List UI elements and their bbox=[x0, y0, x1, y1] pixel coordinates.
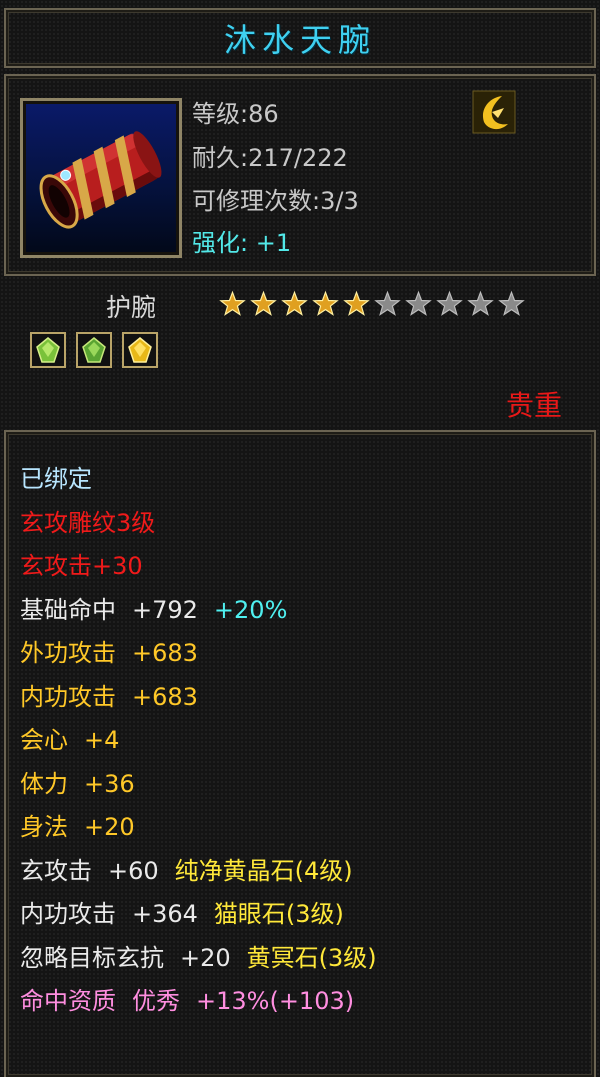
hit-aptitude-value: +13%(+103) bbox=[196, 987, 355, 1015]
gem-bonus-3-value: +20 bbox=[180, 943, 231, 972]
green-gem-icon[interactable] bbox=[30, 332, 66, 368]
gem-bonus-3-stat: 忽略目标玄抗 bbox=[20, 943, 164, 972]
yellow-gem-icon[interactable] bbox=[122, 332, 158, 368]
internal-attack-attribute: 内功攻击 +683 bbox=[20, 676, 377, 720]
vitality-value: +36 bbox=[84, 769, 135, 798]
item-tooltip: 沐水天腕 等级:86 耐久:217/222 可修理次数:3/3 强化: +1 护… bbox=[0, 0, 600, 1077]
agility-label: 身法 bbox=[20, 813, 68, 841]
star-filled-icon bbox=[281, 290, 308, 316]
gem-bonus-3-name: 黄冥石(3级) bbox=[246, 943, 377, 972]
item-enhance: 强化: +1 bbox=[192, 223, 291, 258]
green-gem-icon[interactable] bbox=[76, 332, 112, 368]
star-filled-icon bbox=[312, 290, 339, 316]
internal-attack-value: +683 bbox=[132, 682, 198, 711]
gem-bonus-2-name: 猫眼石(3级) bbox=[213, 900, 344, 928]
hit-aptitude: 命中资质 优秀 +13%(+103) bbox=[20, 980, 377, 1024]
item-type: 护腕 bbox=[106, 293, 157, 322]
gold-crescent-icon bbox=[472, 90, 516, 134]
item-durability: 耐久:217/222 bbox=[192, 144, 348, 172]
engrave-attribute: 玄攻雕纹3级 bbox=[20, 508, 156, 537]
gem-bonus-2-value: +364 bbox=[132, 900, 198, 928]
gem-bonus-1-name: 纯净黄晶石(4级) bbox=[174, 856, 353, 885]
enhance-value: +1 bbox=[255, 229, 292, 257]
bound-status: 已绑定 bbox=[20, 465, 92, 493]
base-hit-label: 基础命中 bbox=[20, 595, 116, 624]
red-bracer-icon[interactable] bbox=[20, 98, 182, 258]
star-filled-icon bbox=[250, 290, 277, 316]
attribute-list: 已绑定 玄攻雕纹3级 玄攻击+30 基础命中 +792 +20% 外功攻击 +683 … bbox=[20, 458, 377, 1024]
external-attack-value: +683 bbox=[132, 639, 198, 667]
star-empty-icon bbox=[436, 290, 463, 316]
gem-bonus-2-stat: 内功攻击 bbox=[20, 900, 116, 928]
gem-bonus-1-stat: 玄攻击 bbox=[20, 856, 92, 885]
gem-bonus-1: 玄攻击 +60 纯净黄晶石(4级) bbox=[20, 850, 377, 894]
internal-attack-label: 内功攻击 bbox=[20, 682, 116, 711]
gem-bonus-2: 内功攻击 +364 猫眼石(3级) bbox=[20, 893, 377, 937]
gem-bonus-3: 忽略目标玄抗 +20 黄冥石(3级) bbox=[20, 937, 377, 981]
vitality-attribute: 体力 +36 bbox=[20, 763, 377, 807]
gem-slots bbox=[30, 332, 158, 368]
agility-value: +20 bbox=[84, 813, 135, 841]
hit-aptitude-grade: 优秀 bbox=[132, 987, 180, 1015]
hit-aptitude-label: 命中资质 bbox=[20, 987, 116, 1015]
vitality-label: 体力 bbox=[20, 769, 68, 798]
star-filled-icon bbox=[219, 290, 246, 316]
xuan-attack-attribute: 玄攻击+30 bbox=[20, 552, 143, 580]
item-repair-count: 可修理次数:3/3 bbox=[192, 187, 359, 215]
base-hit-value: +792 bbox=[132, 595, 198, 624]
crit-label: 会心 bbox=[20, 726, 68, 754]
external-attack-label: 外功攻击 bbox=[20, 639, 116, 667]
enhance-label: 强化: bbox=[192, 229, 249, 257]
star-empty-icon bbox=[498, 290, 525, 316]
star-rating bbox=[218, 290, 526, 318]
star-empty-icon bbox=[467, 290, 494, 316]
title-bar: 沐水天腕 bbox=[4, 8, 596, 68]
item-level: 等级:86 bbox=[192, 100, 279, 128]
base-hit-attribute: 基础命中 +792 +20% bbox=[20, 589, 377, 633]
item-name: 沐水天腕 bbox=[223, 21, 376, 59]
crit-attribute: 会心 +4 bbox=[20, 719, 377, 763]
star-filled-icon bbox=[343, 290, 370, 316]
agility-attribute: 身法 +20 bbox=[20, 806, 377, 850]
crit-value: +4 bbox=[84, 726, 120, 754]
gem-bonus-1-value: +60 bbox=[108, 856, 159, 885]
star-empty-icon bbox=[405, 290, 432, 316]
item-info-panel: 等级:86 耐久:217/222 可修理次数:3/3 强化: +1 bbox=[4, 74, 596, 276]
star-empty-icon bbox=[374, 290, 401, 316]
external-attack-attribute: 外功攻击 +683 bbox=[20, 632, 377, 676]
rarity-label: 贵重 bbox=[505, 389, 562, 422]
base-hit-bonus: +20% bbox=[213, 595, 288, 624]
